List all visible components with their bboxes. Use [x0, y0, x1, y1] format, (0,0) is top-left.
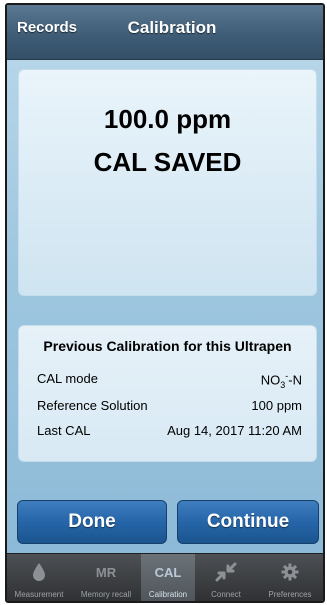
- memory-recall-icon: MR: [95, 564, 117, 580]
- last-cal-value: Aug 14, 2017 11:20 AM: [167, 423, 302, 438]
- cal-mode-label: CAL mode: [37, 371, 98, 386]
- info-row-last-cal: Last CAL Aug 14, 2017 11:20 AM: [37, 423, 302, 443]
- tab-connect-label: Connect: [211, 590, 241, 599]
- last-cal-label: Last CAL: [37, 423, 91, 438]
- tab-preferences-label: Preferences: [268, 590, 312, 599]
- navigation-bar: Records Calibration: [7, 5, 323, 60]
- cal-mode-value: NO3--N: [260, 371, 302, 390]
- tab-connect[interactable]: Connect: [195, 554, 257, 601]
- tab-memory-recall[interactable]: MR Memory recall: [71, 554, 141, 601]
- previous-calibration-panel: Previous Calibration for this Ultrapen C…: [18, 325, 317, 462]
- done-button[interactable]: Done: [17, 500, 167, 544]
- info-row-cal-mode: CAL mode NO3--N: [37, 371, 302, 391]
- calibration-icon: CAL: [154, 564, 182, 580]
- page-title: Calibration: [127, 18, 217, 37]
- drop-icon: [7, 560, 71, 584]
- tab-memory-recall-label: Memory recall: [80, 590, 132, 599]
- calibration-status: CAL SAVED: [93, 147, 242, 177]
- tab-bar: Measurement MR Memory recall CAL Calibra…: [7, 553, 323, 601]
- tab-preferences[interactable]: Preferences: [257, 554, 323, 601]
- continue-button[interactable]: Continue: [177, 500, 319, 544]
- tab-calibration-label: Calibration: [148, 590, 188, 599]
- info-row-reference-solution: Reference Solution 100 ppm: [37, 398, 302, 418]
- tab-calibration[interactable]: CAL Calibration: [141, 554, 195, 601]
- calibration-reading: 100.0 ppm: [103, 104, 232, 134]
- calibration-result-panel: 100.0 ppm CAL SAVED: [18, 69, 317, 296]
- gear-icon: [257, 560, 323, 584]
- reference-solution-label: Reference Solution: [37, 398, 148, 413]
- previous-calibration-title: Previous Calibration for this Ultrapen: [43, 338, 292, 354]
- reference-solution-value: 100 ppm: [251, 398, 302, 413]
- connect-arrows-icon: [195, 560, 257, 584]
- app-screen: Records Calibration 100.0 ppm CAL SAVED …: [5, 3, 325, 603]
- tab-measurement-label: Measurement: [14, 590, 64, 599]
- tab-measurement[interactable]: Measurement: [7, 554, 71, 601]
